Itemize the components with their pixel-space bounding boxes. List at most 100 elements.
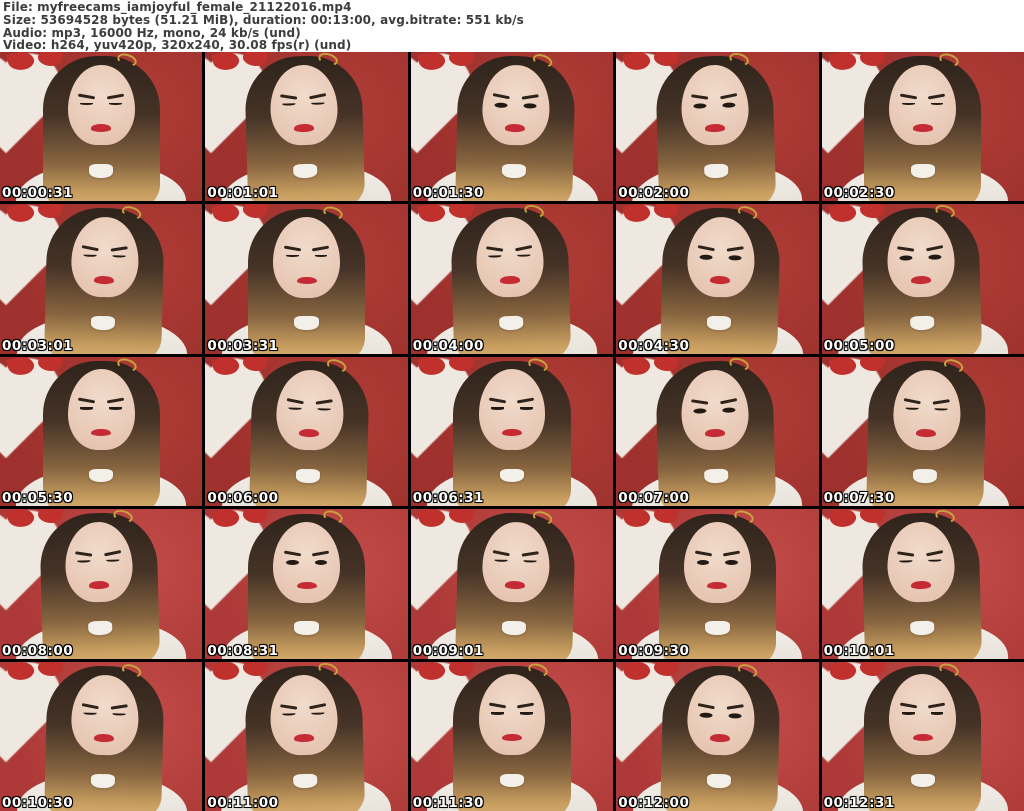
- timestamp-label: 00:03:01: [2, 337, 74, 354]
- left-eyebrow: [283, 245, 302, 252]
- person-placeholder: [207, 356, 408, 507]
- person-placeholder: [412, 509, 613, 659]
- right-eye: [109, 407, 122, 410]
- right-eyebrow: [514, 244, 532, 252]
- right-eye: [109, 102, 122, 106]
- lips: [91, 429, 112, 437]
- lips: [910, 276, 931, 285]
- timestamp-label: 00:05:00: [823, 337, 895, 354]
- video-thumbnail: 00:02:00: [616, 52, 819, 202]
- left-eye: [285, 254, 299, 258]
- right-eyebrow: [311, 550, 330, 557]
- video-thumbnail: 00:12:00: [616, 661, 819, 811]
- right-eye: [523, 560, 537, 563]
- left-eyebrow: [691, 93, 710, 100]
- video-thumbnail: 00:06:00: [205, 356, 408, 507]
- right-eyebrow: [110, 246, 128, 252]
- video-thumbnail: 00:11:30: [410, 661, 614, 811]
- shirt-collar: [501, 163, 527, 178]
- lips: [296, 581, 317, 589]
- right-eyebrow: [726, 246, 744, 252]
- video-thumbnail: 00:11:00: [205, 661, 408, 811]
- face: [67, 64, 135, 146]
- right-eye: [106, 559, 120, 563]
- left-eye: [700, 254, 713, 260]
- file-info-header: File: myfreecams_iamjoyful_female_211220…: [0, 0, 1024, 52]
- shirt-collar: [706, 773, 732, 788]
- person-placeholder: [205, 509, 407, 659]
- person-placeholder: [1, 661, 202, 811]
- right-eyebrow: [722, 550, 741, 557]
- left-eyebrow: [897, 550, 915, 557]
- timestamp-label: 00:09:01: [412, 642, 484, 659]
- timestamp-label: 00:08:00: [2, 642, 74, 659]
- lips: [294, 124, 315, 132]
- right-eye: [928, 559, 941, 563]
- left-eye: [899, 560, 913, 563]
- left-eye: [289, 406, 303, 410]
- right-eye: [930, 102, 944, 106]
- left-eyebrow: [698, 702, 716, 709]
- shirt-collar: [294, 316, 319, 330]
- right-eyebrow: [719, 92, 738, 99]
- timestamp-label: 00:06:31: [412, 490, 484, 507]
- lips: [91, 124, 112, 132]
- left-eyebrow: [82, 244, 100, 252]
- shirt-collar: [89, 468, 114, 483]
- face: [273, 521, 340, 603]
- video-thumbnail: 00:10:30: [0, 661, 203, 811]
- timestamp-label: 00:07:00: [618, 490, 690, 507]
- left-eye: [285, 559, 299, 565]
- video-thumbnail: 00:00:31: [0, 52, 203, 202]
- shirt-collar: [293, 163, 319, 178]
- lips: [705, 428, 726, 437]
- face: [67, 369, 135, 451]
- right-eyebrow: [308, 702, 327, 709]
- lips: [707, 581, 728, 589]
- right-eyebrow: [931, 398, 950, 405]
- left-eye: [494, 559, 508, 563]
- shirt-collar: [499, 468, 525, 483]
- shirt-collar: [909, 620, 935, 636]
- lips: [912, 733, 933, 742]
- left-eye: [696, 559, 710, 565]
- thumbnail-grid: 00:00:31 00:01:01 00:01:30 00:02:00 00:0…: [0, 52, 1024, 811]
- timestamp-label: 00:04:00: [412, 337, 484, 354]
- right-eyebrow: [110, 703, 128, 709]
- video-thumbnail: 00:03:31: [205, 204, 408, 354]
- right-eye: [930, 712, 944, 715]
- left-eyebrow: [489, 702, 507, 709]
- person-placeholder: [0, 356, 202, 507]
- person-placeholder: [616, 356, 818, 507]
- shirt-collar: [499, 773, 525, 788]
- left-eyebrow: [82, 702, 100, 709]
- right-eyebrow: [928, 93, 946, 100]
- left-eye: [491, 407, 504, 410]
- person-placeholder: [617, 661, 818, 811]
- lips: [299, 429, 320, 437]
- left-eyebrow: [492, 549, 511, 557]
- shirt-collar: [294, 621, 319, 635]
- right-eyebrow: [517, 397, 535, 404]
- left-eyebrow: [489, 397, 507, 404]
- person-placeholder: [822, 661, 1024, 811]
- right-eye: [112, 712, 126, 716]
- shirt-collar: [704, 468, 729, 483]
- lips: [915, 429, 936, 437]
- right-eye: [725, 559, 739, 565]
- face: [478, 674, 546, 755]
- left-eyebrow: [897, 246, 915, 252]
- right-eye: [314, 254, 328, 258]
- person-placeholder: [617, 204, 818, 354]
- left-eyebrow: [287, 397, 306, 404]
- right-eye: [722, 102, 736, 108]
- shirt-collar: [88, 620, 113, 636]
- lips: [705, 124, 726, 132]
- video-thumbnail: 00:04:30: [616, 204, 819, 354]
- shirt-collar: [501, 621, 527, 636]
- right-eye: [728, 255, 742, 261]
- right-eyebrow: [520, 93, 539, 100]
- right-eyebrow: [925, 244, 943, 252]
- left-eye: [283, 102, 296, 106]
- right-eye: [728, 712, 742, 718]
